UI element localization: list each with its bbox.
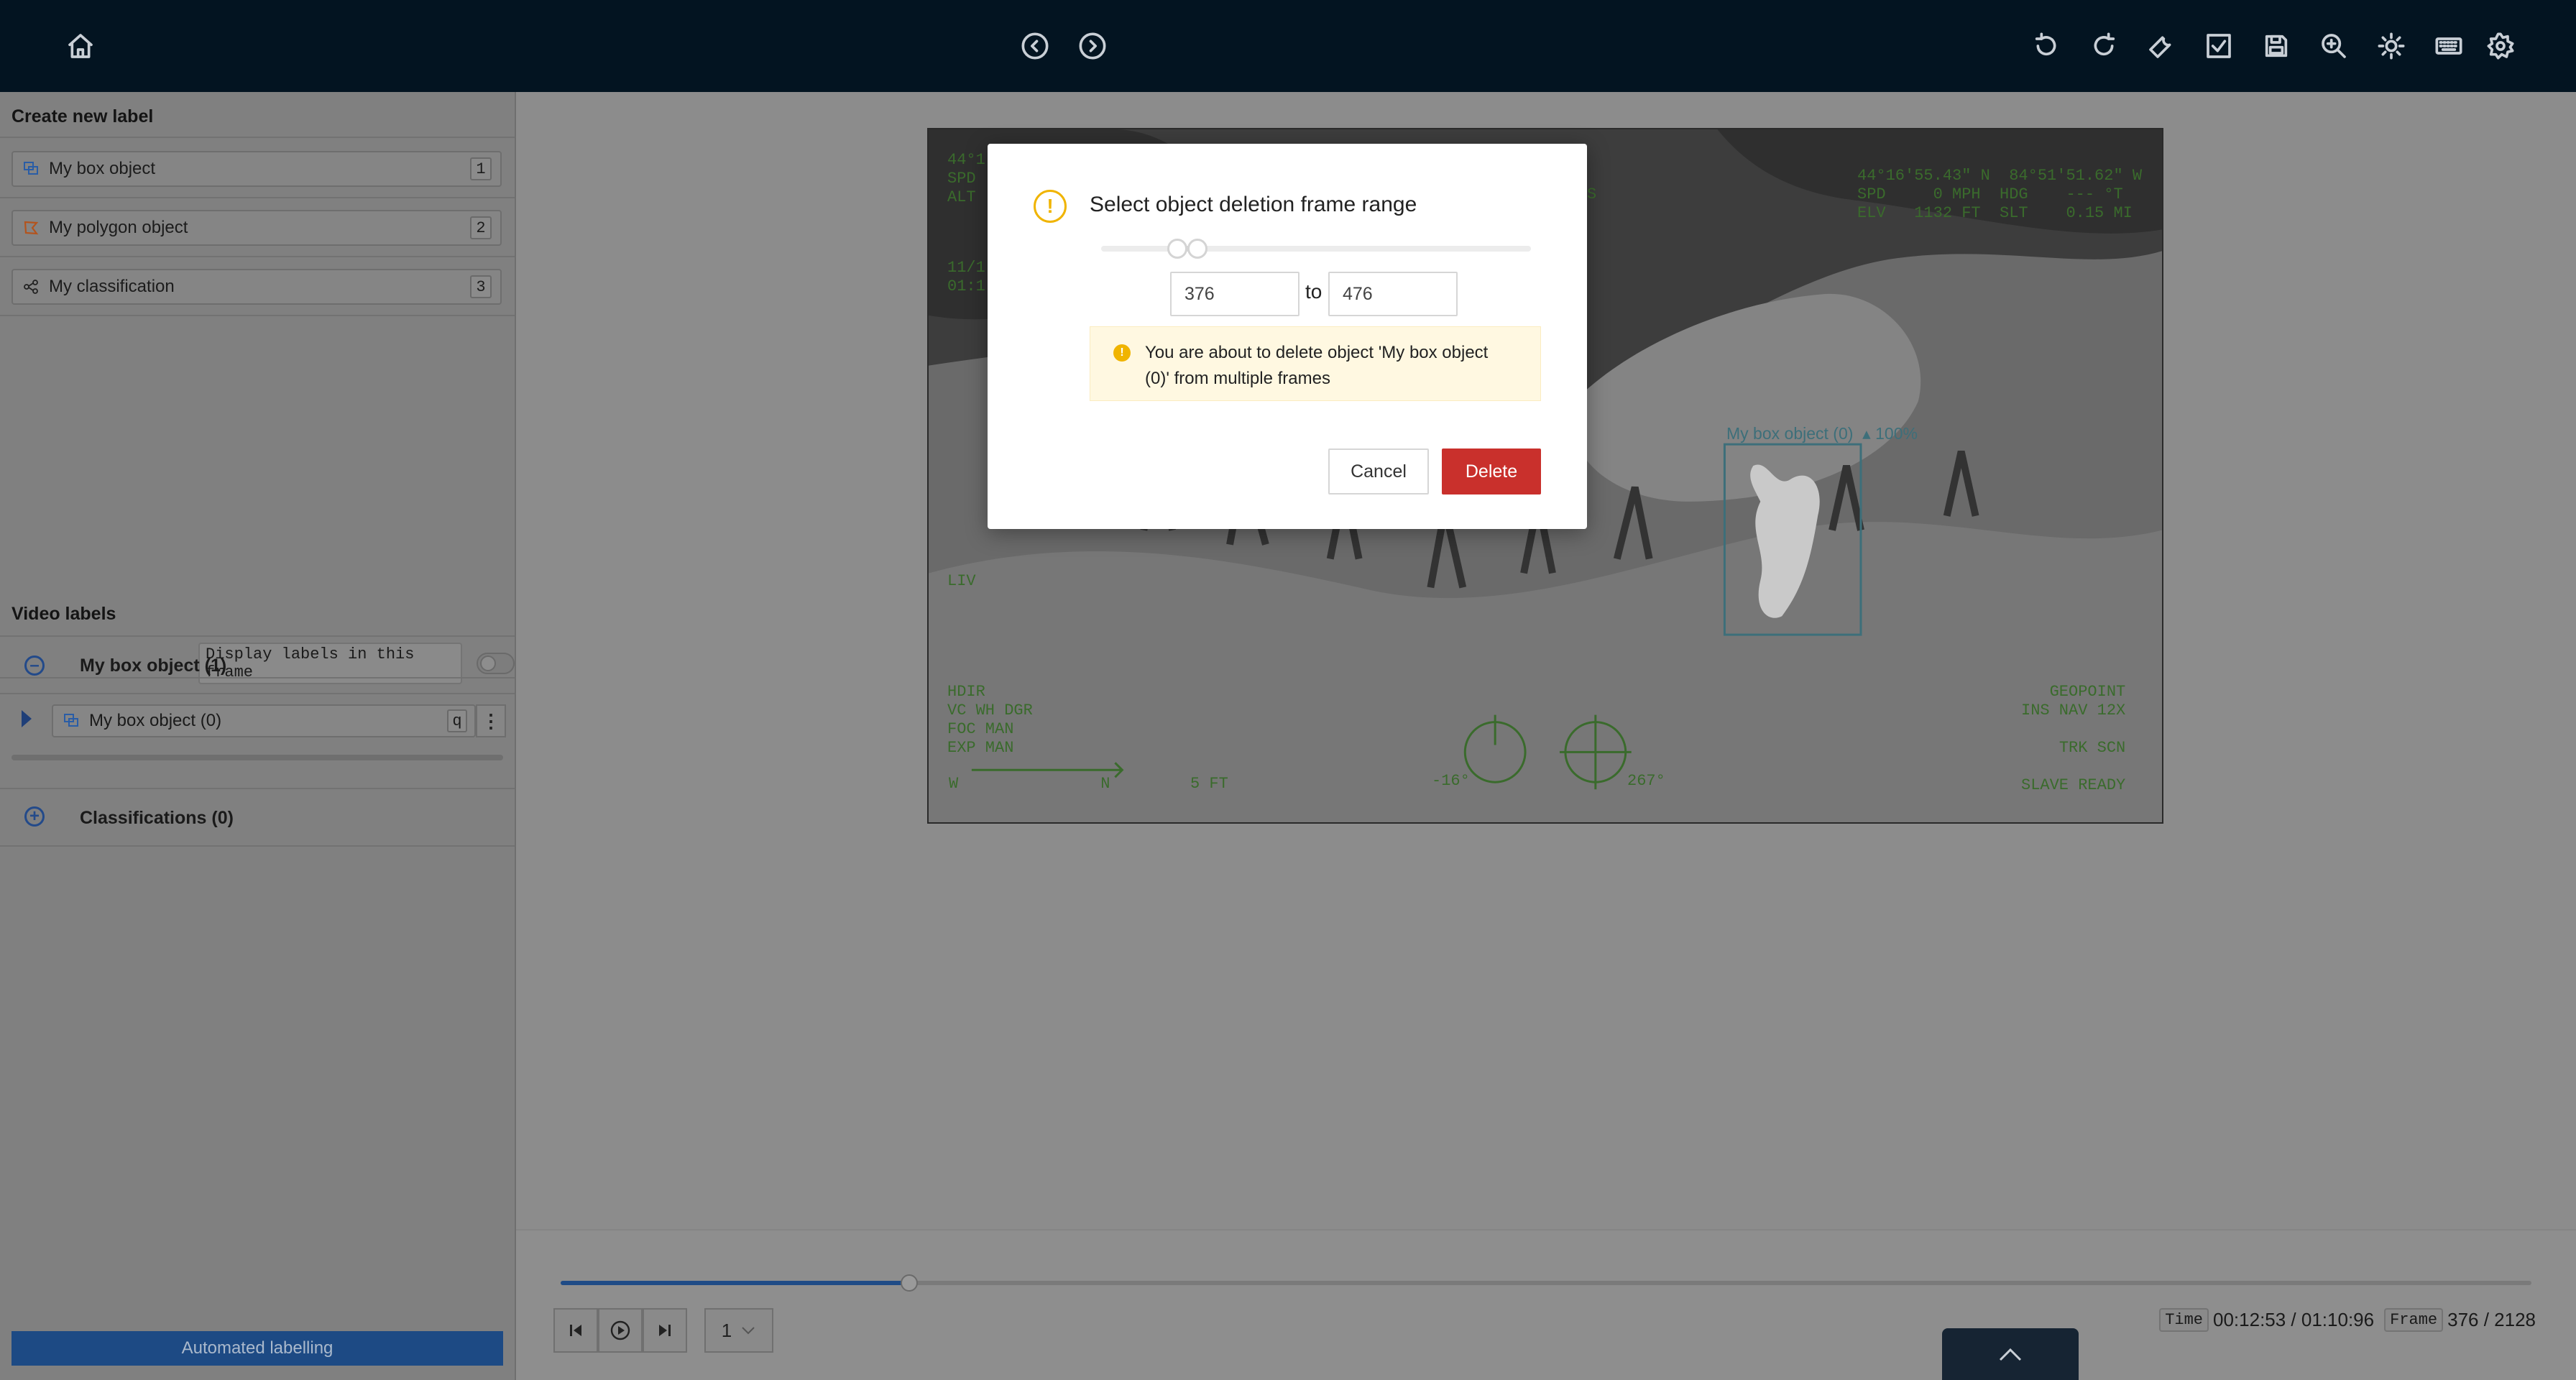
divider <box>0 137 515 138</box>
automated-labelling-button[interactable]: Automated labelling <box>12 1331 503 1366</box>
info-dot-icon: ! <box>1113 344 1131 362</box>
chevron-down-icon <box>742 1327 755 1335</box>
skip-forward-button[interactable] <box>643 1308 687 1353</box>
hud-angle-right: 267° <box>1627 772 1665 790</box>
label-item-name: My polygon object <box>49 218 188 237</box>
hud-s: S <box>1587 185 1597 203</box>
frame-tag: Frame <box>2384 1308 2444 1332</box>
label-item-name: My box object <box>49 159 156 178</box>
hud-top-left: 44°1 SPD ALT <box>947 151 985 206</box>
more-options-icon[interactable]: ⋮ <box>476 704 506 737</box>
time-value: 00:12:53 / 01:10:96 <box>2213 1309 2375 1330</box>
divider <box>0 635 515 637</box>
hud-top-right: 44°16'55.43" N 84°51'51.62" W SPD 0 MPH … <box>1857 167 2143 222</box>
hud-mid-left: LIV <box>947 572 976 590</box>
keyboard-icon[interactable] <box>2432 29 2466 63</box>
chevron-up-icon <box>1999 1348 2022 1361</box>
hud-bottom-right: GEOPOINT INS NAV 12X TRK SCN SLAVE READY <box>2021 683 2126 794</box>
frame-value: 376 / 2128 <box>2447 1309 2536 1330</box>
time-tag: Time <box>2159 1308 2209 1332</box>
object-item[interactable]: My box object (0) q <box>52 704 476 737</box>
home-icon[interactable] <box>63 29 98 63</box>
delete-button[interactable]: Delete <box>1442 448 1541 494</box>
warning-icon: ! <box>1034 190 1067 223</box>
object-item-name: My box object (0) <box>89 711 222 730</box>
box-icon <box>62 713 80 729</box>
settings-gear-icon[interactable] <box>2483 29 2518 63</box>
range-start-handle[interactable] <box>1167 239 1187 259</box>
save-icon[interactable] <box>2259 29 2294 63</box>
divider <box>0 845 515 847</box>
label-item-name: My classification <box>49 277 175 296</box>
polygon-icon <box>22 220 40 236</box>
range-to-input[interactable] <box>1328 272 1458 316</box>
delete-warning-alert: ! You are about to delete object 'My box… <box>1090 326 1541 401</box>
divider <box>0 693 515 694</box>
zoom-in-icon[interactable] <box>2317 29 2351 63</box>
divider <box>0 788 515 789</box>
create-label-title: Create new label <box>12 106 154 126</box>
hud-bottom-ft: 5 FT <box>1190 775 1228 793</box>
group-row-box[interactable]: – My box object (1) <box>0 638 515 693</box>
label-item-polygon[interactable]: My polygon object 2 <box>12 210 502 246</box>
timeline-progress <box>561 1281 909 1285</box>
modal-title: Select object deletion frame range <box>1090 193 1417 216</box>
collapse-minus-icon[interactable]: – <box>24 656 45 676</box>
playback-speed-select[interactable]: 1 <box>704 1308 773 1353</box>
delete-range-modal: ! Select object deletion frame range to … <box>988 144 1587 529</box>
horizontal-scrollbar[interactable] <box>12 755 503 760</box>
timeline-thumb[interactable] <box>900 1274 918 1292</box>
speed-value: 1 <box>721 1319 732 1341</box>
label-item-box[interactable]: My box object 1 <box>12 151 502 187</box>
warning-text: You are about to delete object 'My box o… <box>1145 343 1489 388</box>
expand-panel-button[interactable] <box>1942 1328 2079 1380</box>
video-player-controls: 1 Time 00:12:53 / 01:10:96 Frame 376 / 2… <box>516 1229 2576 1380</box>
hotkey-badge: 1 <box>470 157 492 180</box>
playback-status: Time 00:12:53 / 01:10:96 Frame 376 / 212… <box>2159 1308 2536 1332</box>
skip-forward-icon <box>659 1325 671 1336</box>
classification-icon <box>22 279 40 295</box>
group-row-classifications[interactable]: + Classifications (0) <box>0 791 515 845</box>
range-from-input[interactable] <box>1170 272 1300 316</box>
timeline-track[interactable] <box>561 1274 2531 1292</box>
divider <box>0 315 515 316</box>
divider <box>0 256 515 257</box>
expand-caret-icon[interactable] <box>22 710 32 727</box>
group-label: Classifications (0) <box>80 808 234 828</box>
cancel-button[interactable]: Cancel <box>1328 448 1429 494</box>
hud-bottom-scale: W N <box>949 775 1110 793</box>
wrench-icon[interactable] <box>2144 29 2179 63</box>
hud-bottom-left: HDIR VC WH DGR FOC MAN EXP MAN <box>947 683 1033 757</box>
object-row[interactable]: My box object (0) q ⋮ <box>0 702 515 742</box>
divider <box>0 197 515 198</box>
next-frame-icon[interactable] <box>1075 29 1110 63</box>
brightness-icon[interactable] <box>2374 29 2409 63</box>
redo-icon[interactable] <box>2087 29 2121 63</box>
checkbox-icon[interactable] <box>2202 29 2236 63</box>
top-toolbar <box>0 0 2576 92</box>
group-label: My box object (1) <box>80 656 227 676</box>
undo-icon[interactable] <box>2029 29 2064 63</box>
hud-angle-left: -16° <box>1432 772 1470 790</box>
range-end-handle[interactable] <box>1187 239 1208 259</box>
box-icon <box>22 161 40 177</box>
label-sidebar: Create new label My box object 1 My poly… <box>0 92 516 1380</box>
hotkey-badge: q <box>447 709 467 732</box>
previous-frame-icon[interactable] <box>1018 29 1052 63</box>
bounding-box-label: My box object (0) ▴ 100% <box>1726 424 1918 443</box>
play-button[interactable] <box>598 1308 643 1353</box>
hud-date: 11/1 01:1 <box>947 259 985 295</box>
range-to-label: to <box>1305 280 1322 303</box>
expand-plus-icon[interactable]: + <box>24 806 45 827</box>
hotkey-badge: 3 <box>470 275 492 298</box>
frame-range-slider[interactable] <box>1101 246 1531 252</box>
skip-back-icon <box>570 1325 581 1336</box>
video-labels-title: Video labels <box>12 604 116 624</box>
label-item-classification[interactable]: My classification 3 <box>12 269 502 305</box>
hotkey-badge: 2 <box>470 216 492 239</box>
play-icon <box>610 1320 630 1340</box>
skip-back-button[interactable] <box>553 1308 598 1353</box>
